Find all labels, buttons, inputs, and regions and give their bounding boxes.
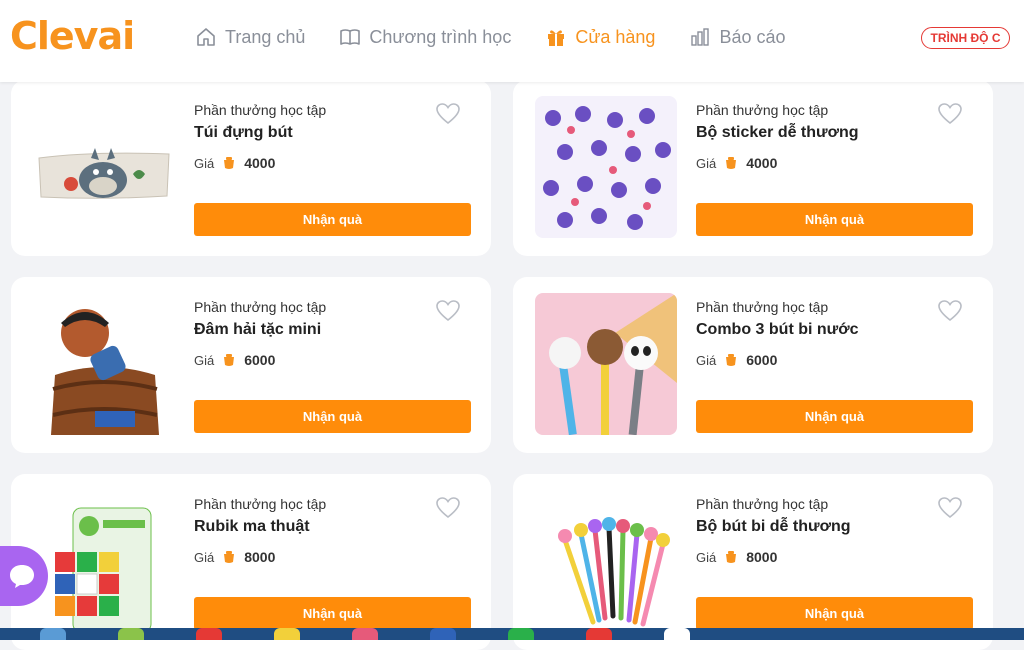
nav-item-label: Trang chủ xyxy=(225,26,306,47)
price-value: 4000 xyxy=(244,155,276,171)
coin-icon xyxy=(224,354,235,366)
heart-icon[interactable] xyxy=(435,299,461,323)
product-card: Phần thưởng học tập Bộ sticker dễ thương… xyxy=(513,80,993,256)
bear-pens-image xyxy=(535,293,677,435)
coin-icon xyxy=(726,354,737,366)
pencil-case-image xyxy=(33,96,175,238)
taskbar-app-icon[interactable] xyxy=(508,628,534,640)
product-card: Phần thưởng học tập Bộ bút bi dễ thương … xyxy=(513,474,993,650)
sticker-set-image xyxy=(535,96,677,238)
product-category: Phần thưởng học tập xyxy=(696,102,829,118)
heart-icon[interactable] xyxy=(435,496,461,520)
redeem-button[interactable]: Nhận quà xyxy=(696,597,973,630)
os-taskbar xyxy=(0,628,1024,640)
price-label: Giá xyxy=(696,352,717,368)
price-value: 8000 xyxy=(746,549,778,565)
product-title: Combo 3 bút bi nước xyxy=(696,321,859,338)
chat-icon xyxy=(10,565,34,588)
product-title: Bộ bút bi dễ thương xyxy=(696,518,851,535)
coin-icon xyxy=(726,157,737,169)
product-category: Phần thưởng học tập xyxy=(696,496,829,512)
price-value: 6000 xyxy=(746,352,778,368)
coin-icon xyxy=(224,157,235,169)
price-value: 8000 xyxy=(244,549,276,565)
pirate-barrel-image xyxy=(33,293,175,435)
price-label: Giá xyxy=(194,352,215,368)
product-category: Phần thưởng học tập xyxy=(194,299,327,315)
price-label: Giá xyxy=(194,155,215,171)
clevai-logo[interactable]: Clevai xyxy=(10,14,135,58)
chart-icon xyxy=(691,28,710,46)
price-label: Giá xyxy=(696,549,717,565)
product-card: Phần thưởng học tập Đâm hải tặc mini Giá… xyxy=(11,277,491,453)
product-title: Rubik ma thuật xyxy=(194,518,310,535)
redeem-button[interactable]: Nhận quà xyxy=(194,203,471,236)
price-row: Giá 6000 xyxy=(696,352,777,368)
taskbar-app-icon[interactable] xyxy=(430,628,456,640)
price-label: Giá xyxy=(194,549,215,565)
redeem-button[interactable]: Nhận quà xyxy=(696,400,973,433)
taskbar-app-icon[interactable] xyxy=(274,628,300,640)
nav-item-program[interactable]: Chương trình học xyxy=(339,26,511,48)
product-card: Phần thưởng học tập Túi đựng bút Giá 400… xyxy=(11,80,491,256)
taskbar-app-icon[interactable] xyxy=(40,628,66,640)
nav-item-home[interactable]: Trang chủ xyxy=(195,26,305,48)
taskbar-app-icon[interactable] xyxy=(118,628,144,640)
product-card: Phần thưởng học tập Combo 3 bút bi nước … xyxy=(513,277,993,453)
price-row: Giá 6000 xyxy=(194,352,275,368)
nav-item-label: Chương trình học xyxy=(369,26,512,47)
heart-icon[interactable] xyxy=(937,102,963,126)
gift-icon xyxy=(548,30,565,46)
product-category: Phần thưởng học tập xyxy=(696,299,829,315)
redeem-button[interactable]: Nhận quà xyxy=(194,597,471,630)
heart-icon[interactable] xyxy=(937,496,963,520)
price-row: Giá 8000 xyxy=(194,549,275,565)
nav-item-label: Cửa hàng xyxy=(575,26,656,47)
nav-item-report[interactable]: Báo cáo xyxy=(689,26,786,48)
cute-pens-image xyxy=(535,490,677,632)
redeem-button[interactable]: Nhận quà xyxy=(194,400,471,433)
home-icon xyxy=(197,28,215,46)
product-title: Bộ sticker dễ thương xyxy=(696,124,859,141)
magic-cube-image xyxy=(33,490,175,632)
product-category: Phần thưởng học tập xyxy=(194,496,327,512)
product-category: Phần thưởng học tập xyxy=(194,102,327,118)
shop-content: Phần thưởng học tập Túi đựng bút Giá 400… xyxy=(0,0,1024,650)
price-value: 4000 xyxy=(746,155,778,171)
coin-icon xyxy=(726,551,737,563)
product-card: Phần thưởng học tập Rubik ma thuật Giá 8… xyxy=(11,474,491,650)
price-row: Giá 8000 xyxy=(696,549,777,565)
product-title: Túi đựng bút xyxy=(194,124,293,141)
heart-icon[interactable] xyxy=(435,102,461,126)
main-nav: Trang chủ Chương trình học Cửa hàng Báo … xyxy=(195,26,786,48)
redeem-button[interactable]: Nhận quà xyxy=(696,203,973,236)
coin-icon xyxy=(224,551,235,563)
price-value: 6000 xyxy=(244,352,276,368)
price-row: Giá 4000 xyxy=(194,155,275,171)
heart-icon[interactable] xyxy=(937,299,963,323)
book-icon xyxy=(340,29,361,45)
price-label: Giá xyxy=(696,155,717,171)
taskbar-app-icon[interactable] xyxy=(352,628,378,640)
level-badge[interactable]: TRÌNH ĐỘ C xyxy=(921,27,1010,49)
product-title: Đâm hải tặc mini xyxy=(194,321,322,338)
taskbar-app-icon[interactable] xyxy=(196,628,222,640)
taskbar-app-icon[interactable] xyxy=(664,628,690,640)
price-row: Giá 4000 xyxy=(696,155,777,171)
nav-item-shop[interactable]: Cửa hàng xyxy=(545,26,655,48)
top-header: Clevai Trang chủ Chương trình học Cửa hà… xyxy=(0,0,1024,82)
nav-item-label: Báo cáo xyxy=(719,26,786,47)
taskbar-app-icon[interactable] xyxy=(586,628,612,640)
